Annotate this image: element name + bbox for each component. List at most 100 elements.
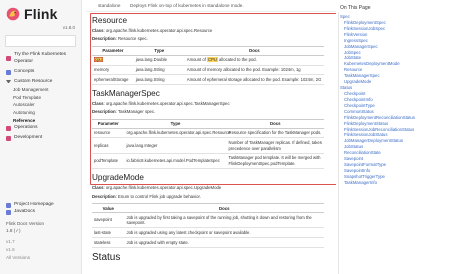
table-row: standalone Deploys Flink on-top of kuber… <box>86 0 338 12</box>
search-highlight: cpu <box>94 57 103 63</box>
table-cell: savepoint <box>92 212 125 229</box>
search-highlight: CPU <box>207 57 218 63</box>
cell-text: allocated to the pod. <box>217 57 257 63</box>
table-cell: Resource specification for the TaskManag… <box>226 128 324 139</box>
sidebar-subitem-reference[interactable]: Reference <box>0 117 81 125</box>
description-label: Description <box>92 109 116 115</box>
toc-divider <box>338 12 339 274</box>
sidebar-item-label: Development <box>14 134 43 140</box>
class-line: Class: org.apache.flink.kubernetes.opera… <box>92 185 222 191</box>
sidebar-item-try-flink[interactable]: Try the Flink Kubernetes Operator <box>0 52 81 66</box>
table-header-row: Parameter Type Docs <box>92 45 324 56</box>
sidebar-subitem-autoscaler[interactable]: Autoscaler <box>0 101 81 109</box>
sidebar-item-concepts[interactable]: Concepts <box>0 69 81 76</box>
section-heading-resource: Resource <box>92 16 128 25</box>
table-cell: TaskManager pod template. It will be mer… <box>226 153 324 170</box>
flink-logo[interactable]: Flink <box>0 0 81 22</box>
sidebar-item-custom-resource[interactable]: Custom Resource <box>0 79 81 86</box>
column-header: Type <box>124 118 227 129</box>
sidebar-subitem-job-management[interactable]: Job Management <box>0 86 81 94</box>
logo-text: Flink <box>24 6 58 22</box>
sidebar-item-label: Operations <box>14 124 38 130</box>
column-header: Value <box>92 203 125 213</box>
column-header: Type <box>133 45 185 56</box>
main-content: standalone Deploys Flink on-top of kuber… <box>86 0 338 274</box>
table-cell: io.fabric8.kubernetes.api.model.PodTempl… <box>124 153 227 170</box>
sidebar-item-label: Custom Resource <box>14 78 53 84</box>
docs-version-label: Flink Docs Version <box>6 220 45 226</box>
table-cell: org.apache.flink.kubernetes.operator.api… <box>124 128 230 139</box>
description-value: TaskManager spec. <box>117 109 156 115</box>
chevron-down-icon <box>6 79 11 85</box>
toc-link[interactable]: TaskManagerInfo <box>340 180 474 186</box>
cell-text: Amount of <box>186 57 208 63</box>
description-label: Description <box>92 36 116 42</box>
class-line: Class: org.apache.flink.kubernetes.opera… <box>92 28 213 33</box>
table-cell: stateless <box>92 237 125 248</box>
table-cell: Job is upgraded using any latest checkpo… <box>124 227 324 238</box>
table-cell: standalone <box>98 3 121 8</box>
class-value: org.apache.flink.kubernetes.operator.api… <box>105 185 222 191</box>
version-link[interactable]: v1.6 <box>0 246 81 254</box>
column-header: Parameter <box>92 45 134 56</box>
sidebar-link-label: JavaDocs <box>14 208 36 214</box>
table-cell: memory <box>92 65 134 76</box>
class-value: org.apache.flink.kubernetes.operator.api… <box>105 28 213 33</box>
table-row: cpu java.lang.Double Amount of CPU alloc… <box>92 55 324 66</box>
toc-list: Spec FlinkDeploymentSpec FlinkSessionJobSp… <box>336 14 474 186</box>
column-header: Parameter <box>92 118 125 129</box>
class-value: org.apache.flink.kubernetes.operator.api… <box>105 100 230 106</box>
table-row: memory java.lang.String Amount of memory… <box>92 65 324 76</box>
version-label: v1.8.0 <box>62 25 75 30</box>
description-value: Resource spec. <box>118 36 148 42</box>
table-cell: Amount of CPU allocated to the pod. <box>184 55 324 66</box>
table-row: last-state Job is upgraded using any lat… <box>92 227 324 238</box>
table-cell: last-state <box>92 227 125 238</box>
version-link[interactable]: All Versions <box>0 254 81 262</box>
toc-title: On This Page <box>340 5 371 11</box>
table-header-row: Value Docs <box>92 203 324 213</box>
table-cell: java.lang.Integer <box>124 137 227 154</box>
version-link[interactable]: v1.7 <box>0 238 81 246</box>
sidebar-subitem-autotuning[interactable]: Autotuning <box>0 109 81 117</box>
description-line: Description: Resource spec. <box>92 36 148 42</box>
table-header-row: Parameter Type Docs <box>92 118 324 129</box>
sidebar-subitem-pod-template[interactable]: Pod Template <box>0 94 81 102</box>
table-row: ephemeralStorage java.lang.String Amount… <box>92 74 324 85</box>
squirrel-logo-icon <box>6 7 20 21</box>
upgrademode-table: Value Docs savepoint Job is upgraded by … <box>92 203 324 248</box>
link-icon <box>6 202 11 208</box>
table-row: replicas java.lang.Integer Number of Tas… <box>92 137 324 154</box>
square-icon <box>6 135 11 141</box>
sidebar-item-development[interactable]: Development <box>0 135 81 142</box>
taskmanagerspec-table: Parameter Type Docs resource org.apache.… <box>92 118 324 170</box>
table-cell: ephemeralStorage <box>92 74 134 85</box>
table-row: savepoint Job is upgraded by first takin… <box>92 212 324 229</box>
table-cell: cpu <box>92 55 134 66</box>
description-value: Enum to control Flink job upgrade behavi… <box>118 193 201 199</box>
square-icon <box>6 69 11 75</box>
square-icon <box>6 56 11 62</box>
sidebar-item-operations[interactable]: Operations <box>0 125 81 132</box>
sidebar-link-javadocs[interactable]: JavaDocs <box>0 209 81 216</box>
table-cell: java.lang.Double <box>133 55 185 66</box>
class-label: Class <box>92 28 104 33</box>
column-header: Docs <box>124 203 324 213</box>
section-heading-status: Status <box>92 251 121 263</box>
class-label: Class <box>92 185 104 191</box>
table-row: podTemplate io.fabric8.kubernetes.api.mo… <box>92 153 324 170</box>
description-line: Description: Enum to control Flink job u… <box>92 193 201 199</box>
table-of-contents: On This Page Spec FlinkDeploymentSpec Flin… <box>336 0 474 274</box>
sidebar-link-project-homepage[interactable]: Project Homepage <box>0 202 81 209</box>
search-input[interactable] <box>5 35 76 47</box>
table-cell: Amount of memory allocated to the pod. E… <box>184 65 324 76</box>
sidebar-link-label: Project Homepage <box>14 201 54 207</box>
table-cell: resource <box>92 128 125 139</box>
section-heading-taskmanagerspec: TaskManagerSpec <box>92 88 160 98</box>
table-cell: Number of TaskManager replicas. If defin… <box>226 137 324 154</box>
section-heading-upgrademode: UpgradeMode <box>92 173 144 183</box>
sidebar-item-label: Concepts <box>14 68 35 74</box>
table-cell: Deploys Flink on-top of kubernetes in st… <box>130 3 244 8</box>
square-icon <box>6 125 11 131</box>
description-label: Description <box>92 193 116 199</box>
